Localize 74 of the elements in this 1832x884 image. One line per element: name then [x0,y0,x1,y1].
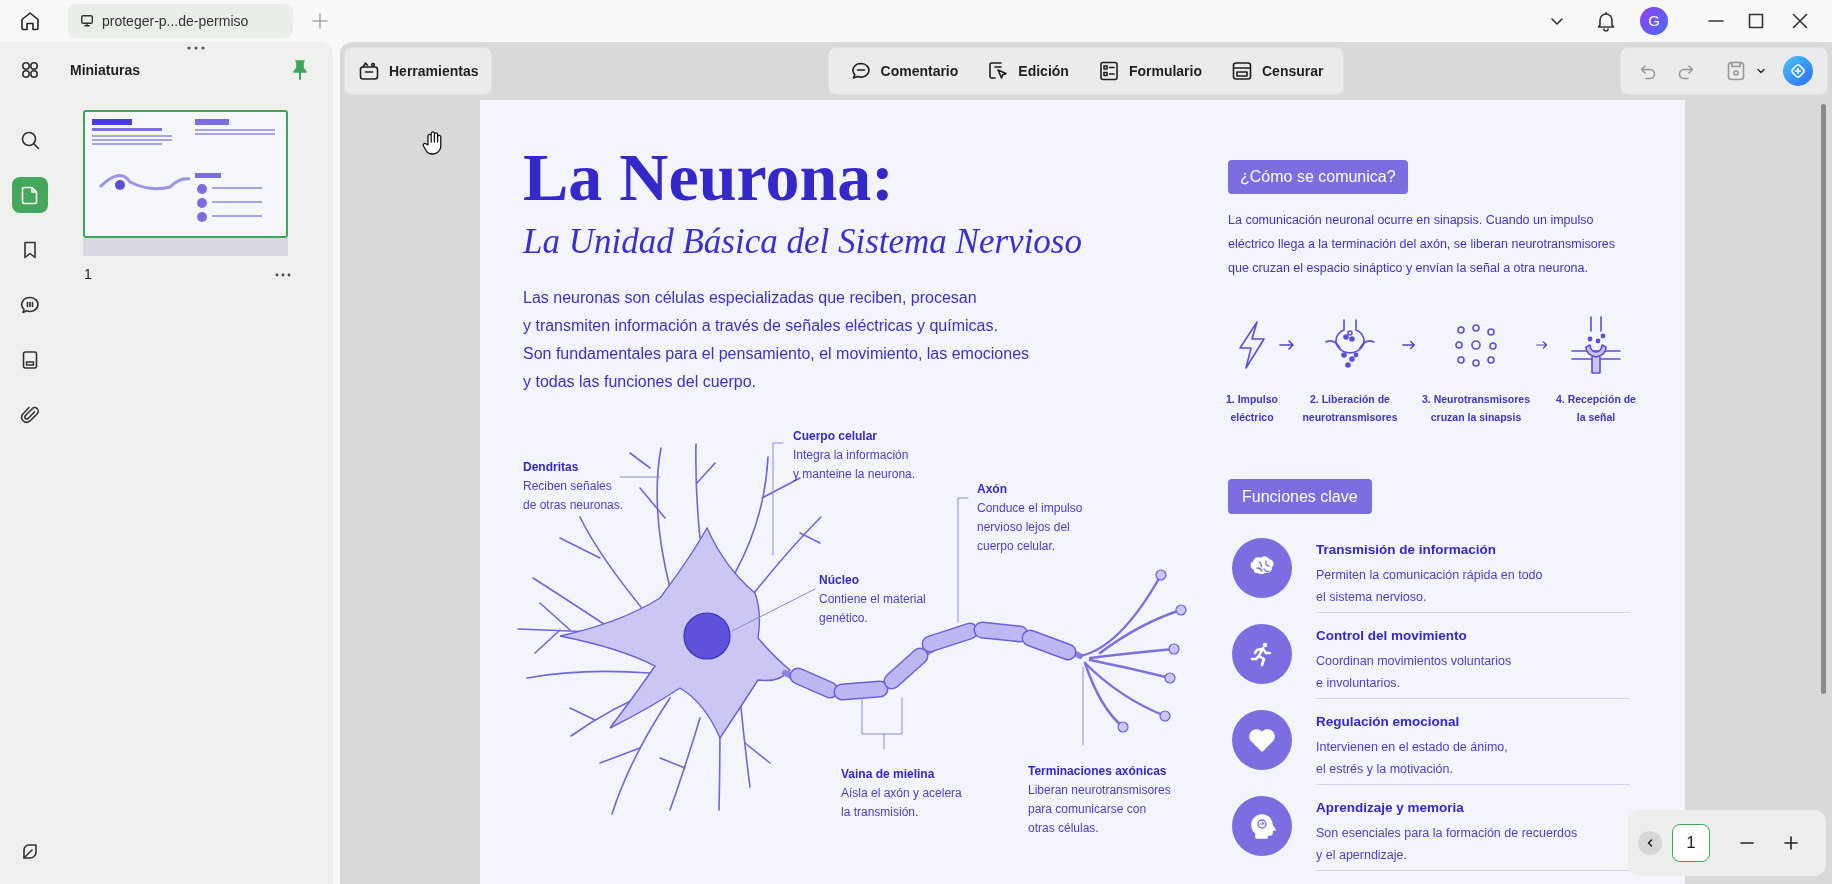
function-title: Regulación emocional [1316,713,1461,731]
chevron-left-icon [1645,838,1655,848]
assistant-button[interactable] [1783,56,1813,86]
document-subtitle: La Unidad Básica del Sistema Nervioso [523,223,1083,262]
sparkle-icon [1789,62,1807,80]
monitor-icon [80,14,94,28]
diagram-label-title: Cuerpo celular [793,427,879,445]
home-icon [18,9,42,33]
section-heading: ¿Cómo se comunica? [1228,160,1408,194]
minimize-icon [1708,20,1724,22]
plus-icon [1783,835,1799,851]
leaf-icon [20,842,40,862]
diagram-label-title: Vaina de mielina [841,765,936,783]
minus-icon [1740,842,1754,844]
diagram-label-text: Liberan neurotransmisores para comunicarse con otras células. [1028,781,1171,837]
more-icon [275,272,291,277]
intro-paragraph: Las neuronas son células especializadas que reciben, procesan y transmiten información a través de señales eléctricas y químicas. Son fundamentales para el pensamiento, el movimiento, las emociones y todas las funciones del cuerpo. [523,287,1031,392]
diagram-label-title: Núcleo [819,571,860,589]
pin-icon[interactable] [291,59,309,81]
section-paragraph: La comunicación neuronal ocurre en sinapsis. Cuando un impulso eléctrico llega a la terminación del axón, se liberan neurotransmisores que cruzan el espacio sináptico y envían la señal a otra neurona. [1228,212,1616,277]
chevron-down-icon [1756,66,1766,76]
diagram-label-title: Dendritas [523,458,580,476]
close-icon [1791,12,1809,30]
diagram-label-title: Axón [977,480,1008,498]
function-title: Aprendizaje y memoria [1316,799,1465,817]
function-title: Transmisión de información [1316,541,1498,559]
arrow-icon [1402,340,1416,350]
panel-title: Miniaturas [70,60,140,80]
maximize-icon [1747,12,1765,30]
step-label: 3. Neurotransmisores cruzan la sinapsis [1422,392,1530,425]
mode-button[interactable]: Edición [978,51,1077,91]
plus-icon [311,12,329,30]
diagram-label-text: Integra la información y manteine la neurona. [793,446,916,483]
section-heading: Funciones clave [1228,479,1372,514]
search-icon [19,129,41,151]
tools-button[interactable]: Herramientas [344,47,492,95]
diagram-label-text: Contiene el material genético. [819,590,926,627]
mode-button[interactable]: Formulario [1088,51,1210,91]
step-label: 4. Recepción de la señal [1556,392,1636,425]
page-number: 1 [84,265,92,284]
bell-icon [1595,10,1617,32]
document-title: La Neurona: [523,143,895,211]
diagram-label-text: Aísla el axón y acelera la transmisión. [841,784,962,821]
diagram-label-title: Terminaciones axónicas [1028,762,1168,780]
comment-icon [19,294,41,316]
arrow-icon [1279,340,1295,350]
dots-icon [1453,322,1499,368]
leader-line [861,697,903,749]
arrow-icon [1536,340,1548,350]
function-title: Control del movimiento [1316,627,1468,645]
diagram-label-text: Reciben señales de otras neuronas. [523,477,624,514]
function-description: Coordinan movimientos voluntarios e involuntarios. [1316,653,1513,692]
receptor-icon [1568,315,1624,375]
hand-cursor-icon [422,130,444,156]
mode-button[interactable]: Comentario [840,51,967,91]
function-description: Intervienen en el estado de ánimo, el estrés y la motivación. [1316,739,1509,778]
avatar[interactable]: G [1640,7,1668,35]
scrollbar-thumb[interactable] [1821,104,1826,694]
function-description: Permiten la comunicación rápida en todo el sistema nervioso. [1316,567,1544,606]
step-label: 1. Impulso eléctrico [1226,392,1278,425]
diagram-label-text: Conduce el impulso nervioso lejos del cuerpo celular. [977,499,1083,555]
paperclip-icon [19,404,41,426]
document-tab[interactable]: proteger-p...de-permiso [68,4,293,38]
page-number-field[interactable]: 1 [1672,824,1710,862]
drag-handle-icon[interactable] [186,45,206,51]
previous-page-button[interactable] [1638,831,1662,855]
page-thumbnail[interactable] [83,110,288,238]
step-label: 2. Liberación de neurotransmisores [1302,392,1398,425]
leader-line [619,476,661,477]
mode-button[interactable]: Censurar [1222,51,1332,91]
grid-icon [19,59,41,81]
redact-icon [1230,59,1254,83]
function-description: Son esenciales para la formación de recuerdos y el aperndizaje. [1316,825,1579,864]
toolbox-icon [357,59,381,83]
